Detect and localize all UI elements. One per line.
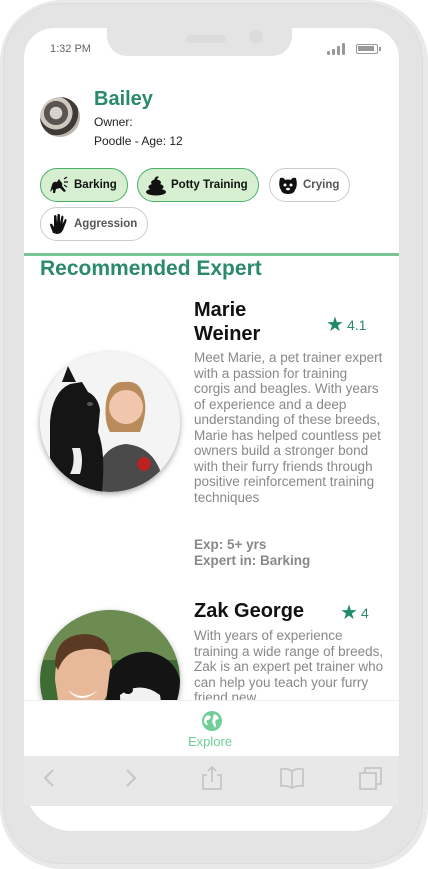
pet-breed-age: Poodle - Age: 12 [94,134,183,148]
tabs-icon[interactable] [358,765,384,791]
expert-bio: With years of experience training a wide… [194,628,384,700]
globe-icon[interactable] [201,710,223,732]
hand-stop-icon [47,213,71,235]
expert-name: Zak George [194,600,305,622]
expert-specialty: Expert in: Barking [194,553,311,568]
barking-dog-icon [47,174,71,196]
sad-dog-icon [276,174,300,196]
tag-label: Potty Training [171,179,248,191]
rating-value: 4.1 [346,316,367,333]
status-time: 1:32 PM [50,43,91,55]
expert-bio: Meet Marie, a pet trainer expert with a … [194,350,383,505]
tab-explore[interactable]: Explore [188,734,232,749]
tag-potty-training[interactable]: Potty Training [137,168,259,202]
tag-label: Barking [74,179,117,191]
star-icon: ★ [326,314,344,336]
forward-icon[interactable] [117,765,143,791]
tag-aggression[interactable]: Aggression [40,207,149,241]
star-icon: ★ [340,602,358,624]
section-divider [24,253,399,256]
expert-last-name: Weiner [194,323,261,345]
share-icon[interactable] [199,765,225,791]
bookmarks-icon[interactable] [279,765,305,791]
owner-label: Owner: [94,115,133,129]
signal-icon [327,43,347,55]
expert-rating: ★ 4.1 [326,312,366,337]
tag-crying[interactable]: Crying [269,168,351,202]
section-title: Recommended Expert [40,257,262,280]
expert-experience: Exp: 5+ yrs [194,537,267,552]
expert-photo[interactable] [40,352,180,492]
pet-name: Bailey [94,88,153,110]
tag-label: Aggression [74,218,138,230]
battery-icon [356,44,381,54]
back-icon[interactable] [37,765,63,791]
expert-rating: ★ 4 [340,600,369,625]
tag-label: Crying [303,179,340,191]
speaker-grille [186,35,226,43]
expert-name: Marie Weiner [194,298,260,346]
tag-barking[interactable]: Barking [40,168,128,202]
poop-icon [144,174,168,196]
rating-value: 4 [360,604,369,621]
pet-avatar[interactable] [40,97,80,137]
front-camera [249,30,263,44]
expert-first-name: Marie [194,299,247,321]
